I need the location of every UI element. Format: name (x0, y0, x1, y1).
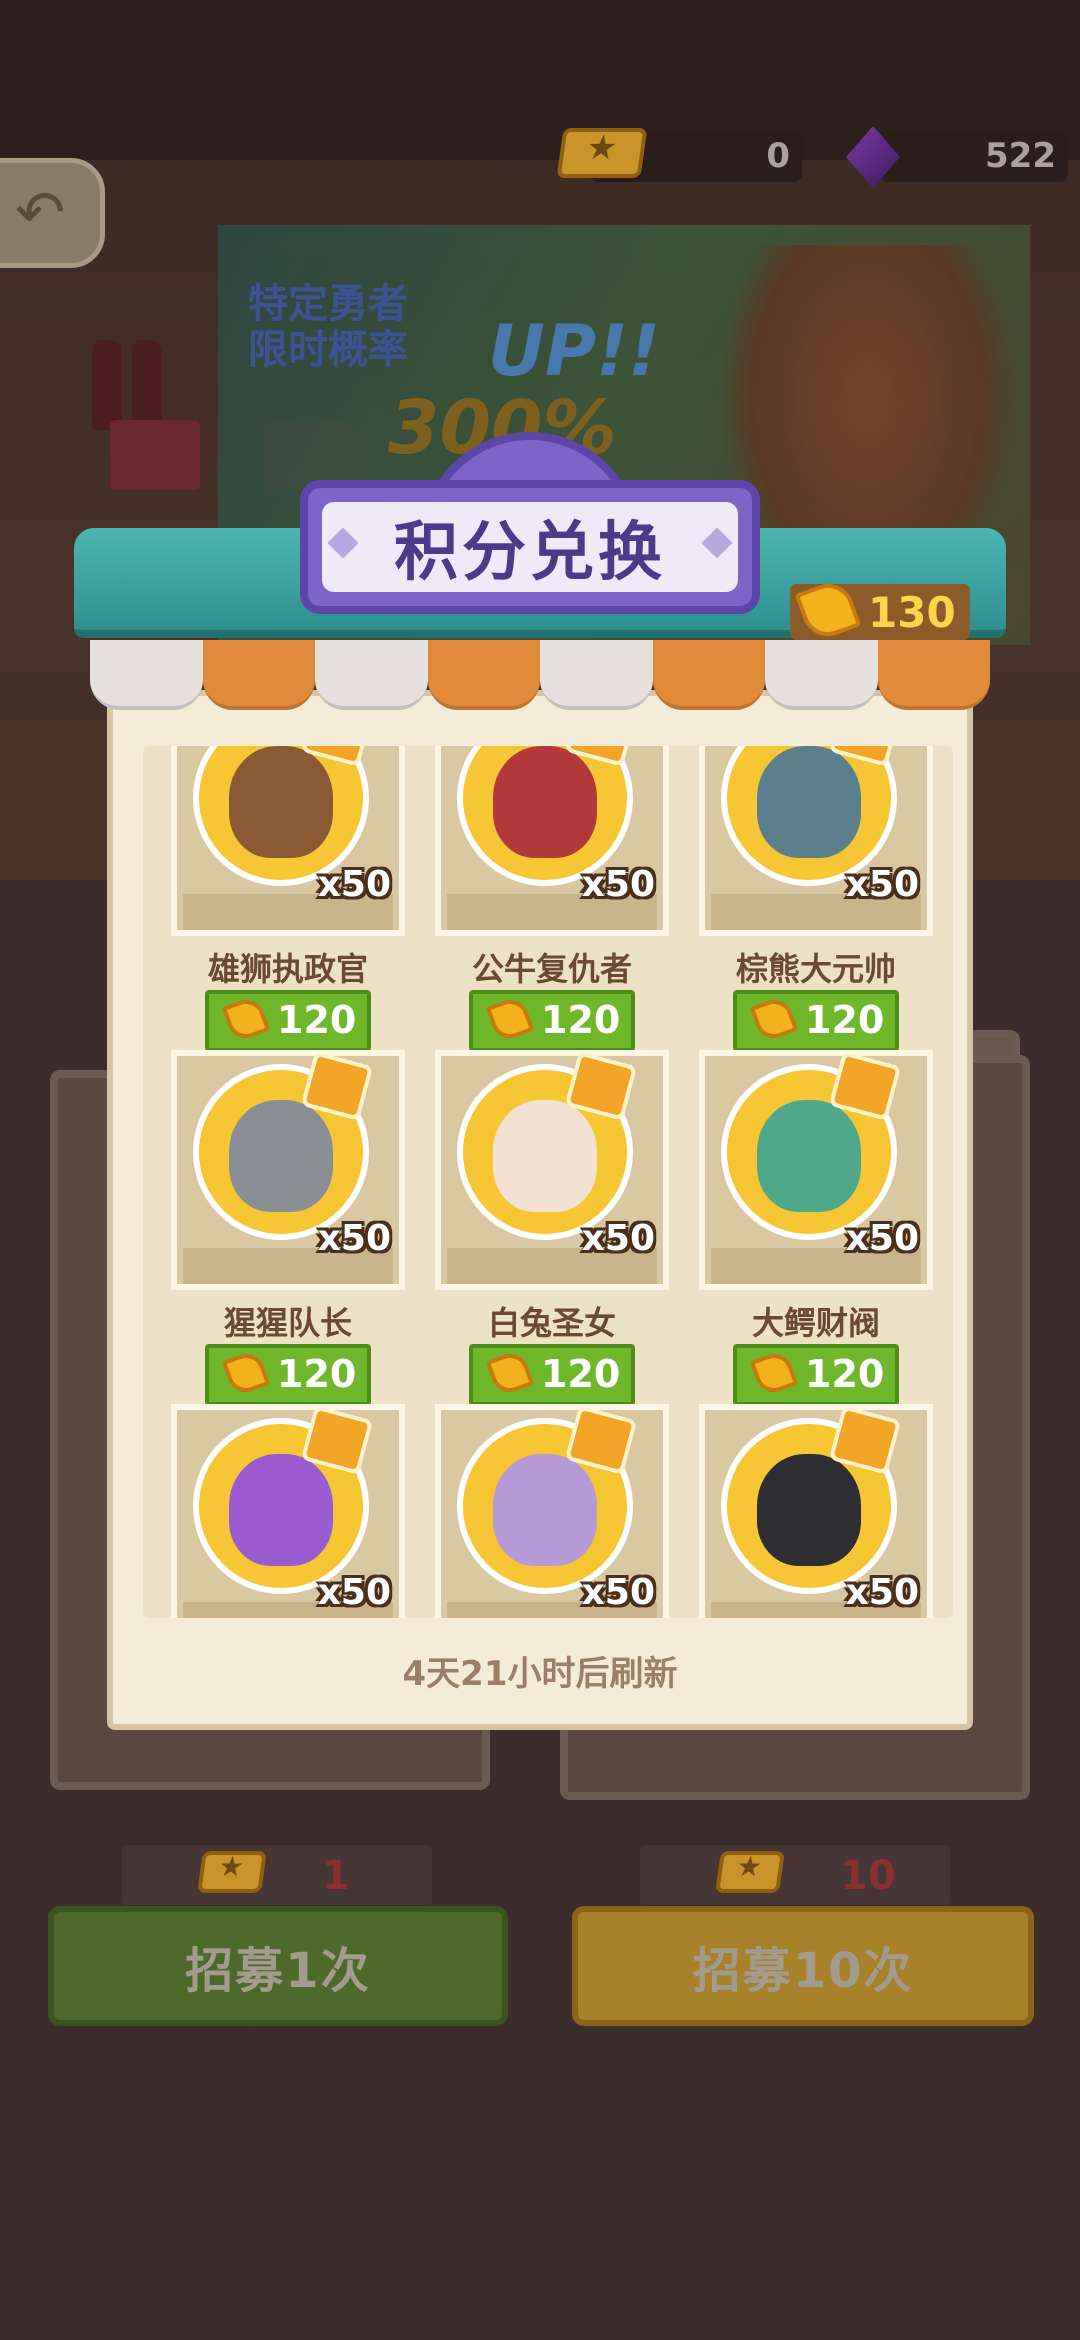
recruit-ten-button[interactable]: 招募10次 (572, 1906, 1034, 2026)
shop-title-plaque: 积分兑换 (300, 480, 760, 614)
hero-face (229, 1454, 333, 1566)
shop-item[interactable]: x50 (699, 1404, 933, 1618)
item-price: 120 (805, 998, 885, 1042)
hero-face (757, 746, 861, 858)
bottle-decoration (92, 340, 122, 430)
shop-item[interactable]: x50 (171, 1404, 405, 1618)
points-leaf-icon (749, 1348, 799, 1398)
back-button[interactable]: ↶ (0, 158, 105, 268)
hero-name: 大鳄财阀 (751, 1304, 880, 1342)
banner-tagline: 特定勇者 限时概率 (248, 281, 408, 373)
shop-item[interactable]: x50 公牛复仇者 120 (435, 746, 669, 1052)
buy-button[interactable]: 120 (469, 1344, 635, 1406)
gem-count: 522 (985, 136, 1056, 176)
points-value: 130 (868, 588, 956, 637)
recruit-once-button[interactable]: 招募1次 (48, 1906, 508, 2026)
buy-button[interactable]: 120 (469, 990, 635, 1052)
item-grid[interactable]: x50 雄狮执政官 120 x50 公牛复仇者 120 x50 棕熊大元帅 120 x50 猩猩队长… (143, 746, 953, 1618)
hero-name: 猩猩队长 (223, 1304, 352, 1342)
hero-face (757, 1454, 861, 1566)
points-leaf-icon (794, 576, 862, 644)
bottle-decoration (132, 340, 162, 430)
hero-face (493, 746, 597, 858)
shop-item[interactable]: x50 (435, 1404, 669, 1618)
shop-item[interactable]: x50 雄狮执政官 120 (171, 746, 405, 1052)
buy-button[interactable]: 120 (205, 990, 371, 1052)
points-leaf-icon (485, 994, 535, 1044)
ticket-count: 0 (766, 136, 790, 176)
points-leaf-icon (485, 1348, 535, 1398)
item-quantity: x50 (581, 1572, 655, 1613)
single-cost-value: 1 (322, 1853, 350, 1899)
hero-name: 棕熊大元帅 (735, 950, 896, 988)
ten-recruit-cost: 10 (640, 1845, 950, 1905)
ticket-icon (197, 1851, 267, 1893)
points-exchange-panel: x50 雄狮执政官 120 x50 公牛复仇者 120 x50 棕熊大元帅 120 x50 猩猩队长… (107, 690, 973, 1730)
points-leaf-icon (221, 1348, 271, 1398)
buy-button[interactable]: 120 (733, 1344, 899, 1406)
item-quantity: x50 (845, 864, 919, 905)
shop-item[interactable]: x50 猩猩队长 120 (171, 1050, 405, 1406)
item-quantity: x50 (845, 1218, 919, 1259)
banner-up-text: UP!! (488, 310, 660, 392)
awning-scallops (90, 640, 990, 710)
shop-item[interactable]: x50 大鳄财阀 120 (699, 1050, 933, 1406)
shop-item[interactable]: x50 白兔圣女 120 (435, 1050, 669, 1406)
hero-name: 雄狮执政官 (207, 950, 368, 988)
item-quantity: x50 (581, 864, 655, 905)
item-price: 120 (541, 1352, 621, 1396)
ten-cost-value: 10 (840, 1853, 896, 1899)
points-leaf-icon (749, 994, 799, 1044)
hero-face (229, 746, 333, 858)
hero-face (493, 1454, 597, 1566)
buy-button[interactable]: 120 (733, 990, 899, 1052)
item-quantity: x50 (317, 864, 391, 905)
shop-item[interactable]: x50 棕熊大元帅 120 (699, 746, 933, 1052)
item-quantity: x50 (317, 1572, 391, 1613)
item-quantity: x50 (581, 1218, 655, 1259)
item-price: 120 (277, 998, 357, 1042)
item-price: 120 (541, 998, 621, 1042)
points-leaf-icon (221, 994, 271, 1044)
buy-button[interactable]: 120 (205, 1344, 371, 1406)
item-price: 120 (805, 1352, 885, 1396)
ticket-icon (556, 128, 648, 178)
refresh-timer: 4天21小时后刷新 (402, 1654, 678, 1694)
points-balance: 130 (790, 576, 970, 644)
hero-face (493, 1100, 597, 1212)
back-arrow-icon: ↶ (15, 178, 66, 248)
hero-name: 公牛复仇者 (471, 950, 632, 988)
hero-face (229, 1100, 333, 1212)
hero-face (757, 1100, 861, 1212)
single-recruit-cost: 1 (122, 1845, 432, 1905)
item-price: 120 (277, 1352, 357, 1396)
item-quantity: x50 (317, 1218, 391, 1259)
chair-decoration (110, 420, 200, 490)
item-quantity: x50 (845, 1572, 919, 1613)
ticket-icon (715, 1851, 785, 1893)
hero-name: 白兔圣女 (487, 1304, 616, 1342)
shop-title: 积分兑换 (394, 516, 666, 590)
gem-counter: 522 (880, 130, 1068, 182)
